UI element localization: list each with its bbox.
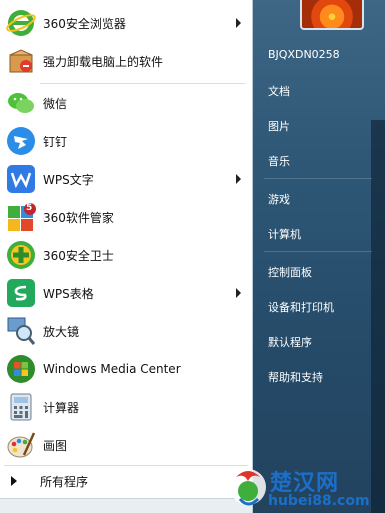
program-label: 360软件管家 <box>43 210 114 225</box>
program-360-software-manager[interactable]: 5 360软件管家 <box>4 199 248 235</box>
start-menu: 360安全浏览器 强力卸载电脑上的软件 微信 钉钉 WPS文字 5 360软件管… <box>0 0 385 513</box>
places-separator <box>264 178 372 179</box>
program-label: 360安全卫士 <box>43 248 114 263</box>
program-magnifier[interactable]: 放大镜 <box>4 313 248 349</box>
program-label: Windows Media Center <box>43 362 181 376</box>
places-computer[interactable]: 计算机 <box>268 226 301 242</box>
user-name-link[interactable]: BJQXDN0258 <box>268 48 340 61</box>
expand-arrow-icon <box>11 476 17 486</box>
360-security-icon <box>6 240 36 270</box>
program-label: 微信 <box>43 96 68 111</box>
program-wechat[interactable]: 微信 <box>4 85 248 121</box>
pinned-separator <box>40 83 245 84</box>
program-windows-media-center[interactable]: Windows Media Center <box>4 351 248 387</box>
paint-icon <box>6 430 36 460</box>
program-uninstaller[interactable]: 强力卸载电脑上的软件 <box>4 43 248 79</box>
program-wps-spreadsheet[interactable]: WPS表格 <box>4 275 248 311</box>
places-separator <box>264 251 372 252</box>
places-help-support[interactable]: 帮助和支持 <box>268 369 323 385</box>
places-default-programs[interactable]: 默认程序 <box>268 334 312 350</box>
program-label: 放大镜 <box>43 324 80 339</box>
programs-panel: 360安全浏览器 强力卸载电脑上的软件 微信 钉钉 WPS文字 5 360软件管… <box>0 0 253 513</box>
submenu-arrow-icon <box>236 288 241 298</box>
program-label: 钉钉 <box>43 134 68 149</box>
windows-media-center-icon <box>6 354 36 384</box>
dingtalk-icon <box>6 126 36 156</box>
places-devices-printers[interactable]: 设备和打印机 <box>268 299 334 315</box>
places-games[interactable]: 游戏 <box>268 191 290 207</box>
program-wps-writer[interactable]: WPS文字 <box>4 161 248 197</box>
update-count-badge: 5 <box>26 203 33 213</box>
program-dingtalk[interactable]: 钉钉 <box>4 123 248 159</box>
program-label: WPS文字 <box>43 172 94 187</box>
program-label: WPS表格 <box>43 286 94 301</box>
program-360-security[interactable]: 360安全卫士 <box>4 237 248 273</box>
wps-writer-icon <box>6 164 36 194</box>
submenu-arrow-icon <box>236 18 241 28</box>
places-music[interactable]: 音乐 <box>268 153 290 169</box>
submenu-arrow-icon <box>236 174 241 184</box>
places-control-panel[interactable]: 控制面板 <box>268 264 312 280</box>
magnifier-icon <box>6 316 36 346</box>
watermark-url: hubei88.com <box>268 493 370 509</box>
program-label: 计算器 <box>43 400 80 415</box>
program-label: 360安全浏览器 <box>43 16 126 31</box>
user-avatar-flower[interactable] <box>300 0 364 30</box>
program-label: 强力卸载电脑上的软件 <box>43 54 164 69</box>
search-box[interactable] <box>0 498 252 513</box>
uninstaller-box-icon <box>6 46 36 76</box>
all-programs-button[interactable]: 所有程序 <box>0 466 252 496</box>
program-paint[interactable]: 画图 <box>4 427 248 463</box>
360-browser-icon <box>6 8 36 38</box>
calculator-icon <box>6 392 36 422</box>
wechat-icon <box>6 88 36 118</box>
wps-spreadsheet-icon <box>6 278 36 308</box>
background-shadow <box>371 120 385 513</box>
watermark-logo-icon <box>230 469 266 506</box>
places-pictures[interactable]: 图片 <box>268 118 290 134</box>
places-documents[interactable]: 文档 <box>268 83 290 99</box>
all-programs-label: 所有程序 <box>40 474 89 489</box>
program-calculator[interactable]: 计算器 <box>4 389 248 425</box>
program-label: 画图 <box>43 438 68 453</box>
program-360-browser[interactable]: 360安全浏览器 <box>4 5 248 41</box>
places-panel: BJQXDN0258 文档 图片 音乐 游戏 计算机 控制面板 设备和打印机 默… <box>253 0 385 513</box>
360-software-manager-icon: 5 <box>6 202 36 232</box>
site-watermark: 楚汉网 hubei88.com <box>226 463 385 513</box>
